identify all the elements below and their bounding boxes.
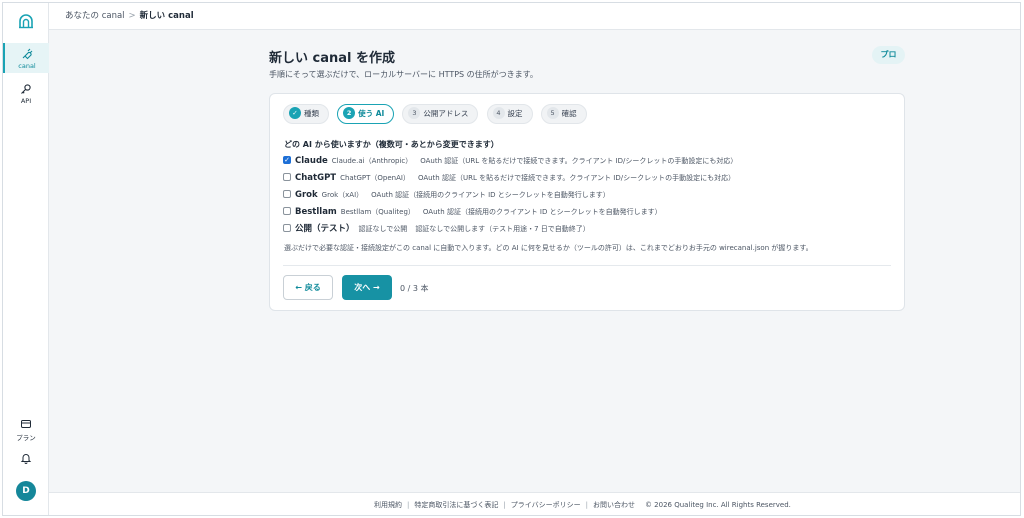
option-name: 公開（テスト） bbox=[295, 224, 355, 234]
footer: 利用規約 | 特定商取引法に基づく表記 | プライバシーポリシー | お問い合わせ © 202… bbox=[49, 492, 1020, 515]
help-note: 選ぶだけで必要な認証・接続設定がこの canal に自動で入ります。どの AI … bbox=[284, 244, 813, 252]
option-name: ChatGPT bbox=[295, 173, 337, 183]
option-public-test[interactable]: 公開（テスト） 認証なしで公開 認証なしで公開します（テスト用途・7 日で自動終了） bbox=[283, 223, 737, 240]
question-heading: どの AI から使いますか（複数可・あとから変更できます） bbox=[284, 140, 499, 149]
footer-separator: | bbox=[407, 501, 410, 509]
footer-link-terms[interactable]: 利用規約 bbox=[374, 501, 402, 509]
option-name: Claude bbox=[295, 156, 328, 166]
option-name: Grok bbox=[295, 190, 318, 200]
step-label: 設定 bbox=[507, 109, 523, 118]
option-provider: Claude.ai（Anthropic） bbox=[331, 157, 413, 165]
breadcrumb-parent[interactable]: あなたの canal bbox=[65, 11, 125, 21]
checkbox[interactable] bbox=[283, 190, 291, 198]
sidebar: canal API プラン D bbox=[3, 3, 49, 515]
option-grok[interactable]: Grok Grok（xAI） OAuth 認証（接続用のクライアント ID とシーク… bbox=[283, 189, 737, 206]
step-number: 2 bbox=[343, 107, 356, 119]
step-address[interactable]: 3 公開アドレス bbox=[402, 104, 479, 124]
stepper: ✓ 種類 2 使う AI 3 公開アドレス 4 設定 5 確認 bbox=[283, 104, 590, 126]
footer-link-privacy[interactable]: プライバシーポリシー bbox=[511, 501, 581, 509]
step-label: 公開アドレス bbox=[423, 109, 469, 118]
option-bestllam[interactable]: Bestllam Bestllam（Qualiteg） OAuth 認証（接続用のク… bbox=[283, 206, 737, 223]
step-ai[interactable]: 2 使う AI bbox=[337, 104, 395, 124]
bell-icon bbox=[20, 454, 32, 464]
wizard-card: ✓ 種類 2 使う AI 3 公開アドレス 4 設定 5 確認 どの AI から使いますか… bbox=[269, 93, 905, 311]
option-description: OAuth 認証（URL を貼るだけで接続できます。クライアント ID/シークレ… bbox=[420, 157, 738, 165]
option-description: OAuth 認証（URL を貼るだけで接続できます。クライアント ID/シークレ… bbox=[417, 174, 736, 182]
checkbox[interactable] bbox=[283, 207, 291, 215]
plug-icon bbox=[22, 48, 33, 60]
footer-links: 利用規約 | 特定商取引法に基づく表記 | プライバシーポリシー | お問い合わせ © 202… bbox=[374, 500, 791, 510]
breadcrumb-current: 新しい canal bbox=[139, 11, 194, 21]
step-number: 5 bbox=[546, 107, 559, 119]
step-label: 確認 bbox=[561, 109, 577, 118]
notifications-button[interactable] bbox=[3, 452, 49, 466]
key-icon bbox=[21, 84, 31, 94]
app-window: canal API プラン D あなたの canal > 新しい canal 新… bbox=[2, 2, 1021, 516]
sidebar-item-canal[interactable]: canal bbox=[3, 43, 49, 73]
ai-option-list: ✓ Claude Claude.ai（Anthropic） OAuth 認証（URL … bbox=[283, 155, 737, 240]
page-title: 新しい canal を作成 bbox=[269, 51, 396, 66]
topbar: あなたの canal > 新しい canal bbox=[49, 3, 1020, 30]
next-button[interactable]: 次へ → bbox=[342, 275, 392, 300]
option-name: Bestllam bbox=[295, 207, 337, 217]
card-icon bbox=[21, 420, 31, 428]
step-number: 4 bbox=[492, 107, 505, 119]
plan-badge: プロ bbox=[872, 46, 905, 64]
step-check-icon: ✓ bbox=[289, 107, 301, 119]
divider bbox=[283, 265, 891, 266]
breadcrumb-separator: > bbox=[128, 11, 136, 21]
option-description: 認証なしで公開します（テスト用途・7 日で自動終了） bbox=[415, 225, 590, 233]
avatar[interactable]: D bbox=[16, 481, 36, 501]
step-label: 種類 bbox=[304, 109, 319, 118]
option-claude[interactable]: ✓ Claude Claude.ai（Anthropic） OAuth 認証（URL … bbox=[283, 155, 737, 172]
step-confirm[interactable]: 5 確認 bbox=[540, 104, 587, 124]
selection-count: 0 / 3 本 bbox=[400, 284, 429, 293]
option-description: OAuth 認証（接続用のクライアント ID とシークレットを自動発行します） bbox=[422, 208, 662, 216]
step-label: 使う AI bbox=[358, 109, 385, 118]
sidebar-item-label: API bbox=[20, 97, 32, 105]
checkbox[interactable] bbox=[283, 224, 291, 232]
option-description: OAuth 認証（接続用のクライアント ID とシークレットを自動発行します） bbox=[371, 191, 610, 199]
sidebar-item-api[interactable]: API bbox=[3, 83, 49, 109]
footer-separator: | bbox=[503, 501, 506, 509]
option-provider: Grok（xAI） bbox=[321, 191, 364, 199]
arch-logo-icon[interactable] bbox=[17, 12, 35, 30]
option-chatgpt[interactable]: ChatGPT ChatGPT（OpenAI） OAuth 認証（URL を貼るだけ… bbox=[283, 172, 737, 189]
page-subtitle: 手順にそって選ぶだけで、ローカルサーバーに HTTPS の住所がつきます。 bbox=[269, 70, 538, 79]
footer-separator: | bbox=[585, 501, 588, 509]
step-number: 3 bbox=[408, 107, 421, 119]
footer-link-contact[interactable]: お問い合わせ bbox=[593, 501, 635, 509]
back-button[interactable]: ← 戻る bbox=[283, 275, 333, 300]
sidebar-item-label: プラン bbox=[16, 434, 36, 442]
step-settings[interactable]: 4 設定 bbox=[486, 104, 533, 124]
option-provider: 認証なしで公開 bbox=[358, 225, 408, 233]
sidebar-item-label: canal bbox=[18, 62, 36, 70]
sidebar-item-plan[interactable]: プラン bbox=[3, 418, 49, 442]
option-provider: ChatGPT（OpenAI） bbox=[340, 174, 410, 182]
footer-link-commerce[interactable]: 特定商取引法に基づく表記 bbox=[414, 501, 498, 509]
copyright: © 2026 Qualiteg Inc. All Rights Reserved… bbox=[644, 501, 791, 509]
step-type[interactable]: ✓ 種類 bbox=[283, 104, 329, 124]
option-provider: Bestllam（Qualiteg） bbox=[340, 208, 415, 216]
breadcrumb: あなたの canal > 新しい canal bbox=[65, 9, 194, 21]
checkbox[interactable] bbox=[283, 173, 291, 181]
checkbox-checked[interactable]: ✓ bbox=[283, 156, 291, 164]
